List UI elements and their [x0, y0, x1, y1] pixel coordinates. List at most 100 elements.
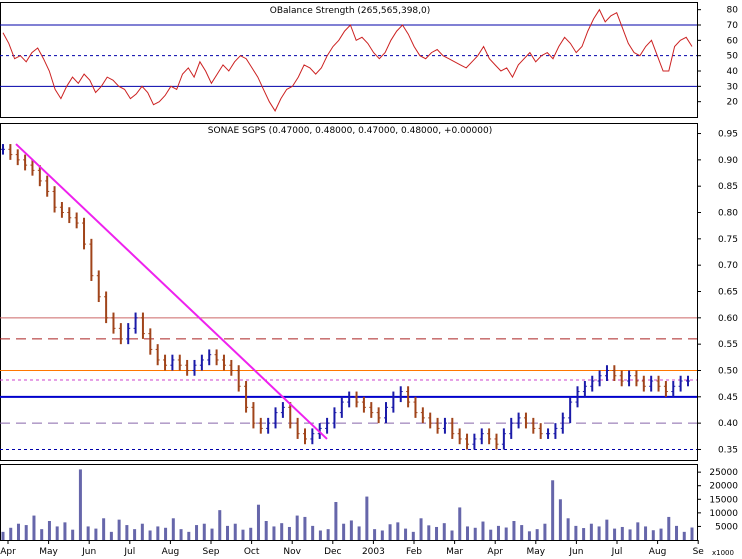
- volume-bar: [373, 529, 377, 540]
- volume-bar: [249, 527, 253, 540]
- x-tick-label: Se: [693, 547, 705, 557]
- volume-bar: [156, 526, 160, 540]
- stock-chart: 20 30 40 50 60 70 80 0.35 0.40 0.45 0.50 0.55 0.60 0.…: [0, 2, 739, 557]
- volume-bar: [55, 526, 59, 540]
- volume-bar: [218, 510, 222, 540]
- volume-bar: [334, 502, 338, 540]
- y-tick-label: 0.75: [718, 235, 738, 245]
- volume-bar: [102, 518, 106, 540]
- y-tick-label: 60: [727, 36, 739, 46]
- y-tick-label: 40: [727, 67, 739, 77]
- y-tick-label: 0.65: [718, 288, 738, 298]
- volume-bar: [164, 527, 168, 540]
- volume-bar: [303, 516, 307, 540]
- volume-bar: [311, 525, 315, 540]
- y-tick-label: 0.50: [718, 366, 738, 376]
- x-tick-label: Dec: [324, 547, 341, 557]
- y-tick-label: 0.95: [718, 130, 738, 140]
- volume-bar: [535, 529, 539, 540]
- volume-bar: [94, 528, 98, 540]
- y-tick-label: 20: [727, 98, 739, 108]
- y-tick-label: 80: [727, 6, 739, 16]
- volume-bar: [551, 480, 555, 540]
- volume-bar: [465, 526, 469, 540]
- volume-bar: [605, 519, 609, 540]
- x-tick-label: May: [39, 547, 58, 557]
- volume-bar: [620, 526, 624, 540]
- volume-bar: [419, 518, 423, 540]
- y-tick-label: 30: [727, 82, 739, 92]
- volume-bar: [109, 531, 113, 540]
- y-tick-label: 0.35: [718, 445, 738, 455]
- volume-bar: [295, 515, 299, 540]
- volume-bar: [256, 504, 260, 540]
- volume-bar: [566, 518, 570, 540]
- volume-bar: [195, 525, 199, 540]
- x-tick-label: Jul: [611, 547, 623, 557]
- volume-bar: [427, 525, 431, 540]
- volume-bar: [644, 526, 648, 540]
- x-tick-label: 2003: [362, 547, 385, 557]
- x-tick-label: Jun: [568, 547, 583, 557]
- y-tick-label: 0.45: [718, 393, 738, 403]
- x-tick-label: Aug: [649, 547, 667, 557]
- volume-bar: [613, 528, 617, 540]
- y-tick-label: 0.40: [718, 419, 738, 429]
- volume-bar: [396, 522, 400, 540]
- volume-bar: [233, 523, 237, 540]
- y-tick-label: 0.85: [718, 182, 738, 192]
- indicator-title: OBalance Strength (265,565,398,0): [270, 6, 431, 16]
- volume-bar: [543, 523, 547, 540]
- volume-bar: [326, 529, 330, 540]
- y-tick-label: 15000: [709, 495, 738, 505]
- volume-bar: [179, 529, 183, 540]
- volume-bar: [280, 523, 284, 540]
- x-tick-label: Mar: [446, 547, 463, 557]
- x-tick-label: Apr: [487, 547, 503, 557]
- volume-bar: [682, 531, 686, 540]
- volume-bar: [32, 515, 36, 540]
- volume-bar: [24, 525, 28, 540]
- y-tick-label: 5000: [715, 522, 738, 532]
- y-tick-label: 20000: [709, 482, 738, 492]
- y-tick-label: 0.70: [718, 261, 738, 271]
- volume-bar: [651, 530, 655, 540]
- y-tick-label: 10000: [709, 509, 738, 519]
- volume-bar: [589, 523, 593, 540]
- volume-bar: [667, 516, 671, 540]
- volume-bar: [140, 523, 144, 540]
- volume-bar: [558, 499, 562, 540]
- x-tick-label: Jul: [123, 547, 135, 557]
- volume-bar: [210, 528, 214, 540]
- volume-bar: [675, 525, 679, 540]
- volume-bar: [272, 526, 276, 540]
- volume-bar: [9, 527, 13, 540]
- x-tick-label: May: [526, 547, 545, 557]
- volume-bar: [636, 522, 640, 540]
- y-tick-label: 0.80: [718, 209, 738, 219]
- volume-bar: [63, 522, 67, 540]
- volume-bar: [342, 523, 346, 540]
- x-tick-label: Apr: [0, 547, 16, 557]
- y-tick-label: 25000: [709, 468, 738, 478]
- volume-units-label: x1000: [712, 549, 734, 557]
- volume-bar: [264, 521, 268, 540]
- volume-bar: [520, 525, 524, 540]
- volume-bar: [690, 527, 694, 540]
- volume-bar: [365, 496, 369, 540]
- price-title: SONAE SGPS (0.47000, 0.48000, 0.47000, 0…: [208, 126, 492, 136]
- volume-bar: [512, 521, 516, 540]
- volume-bar: [404, 528, 408, 540]
- panel-frames: [0, 2, 698, 541]
- y-tick-label: 0.90: [718, 156, 738, 166]
- volume-bar: [473, 527, 477, 540]
- x-tick-label: Oct: [244, 547, 260, 557]
- volume-bar: [287, 526, 291, 540]
- volume-bar: [450, 530, 454, 540]
- y-tick-label: 70: [727, 21, 739, 31]
- volume-bar: [380, 530, 384, 540]
- volume-bar: [435, 526, 439, 540]
- x-tick-label: Feb: [406, 547, 422, 557]
- volume-bar: [47, 521, 51, 540]
- volume-bar: [659, 528, 663, 540]
